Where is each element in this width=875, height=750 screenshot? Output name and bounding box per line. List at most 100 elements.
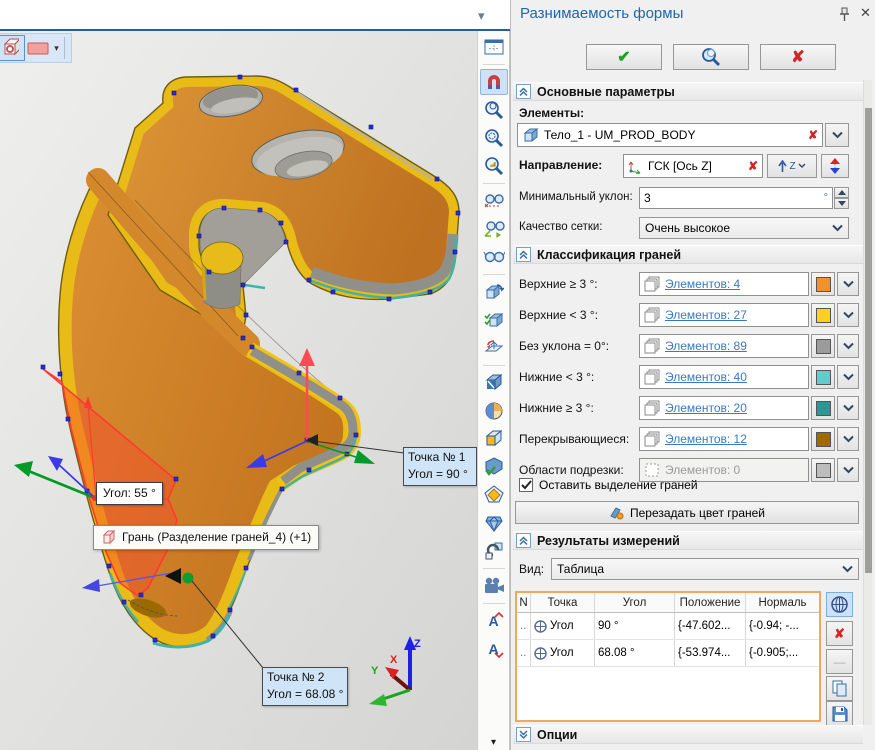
hide-measures-button[interactable]	[480, 188, 508, 214]
spin-up-icon[interactable]	[834, 187, 849, 198]
view-select[interactable]: Таблица	[551, 558, 859, 580]
validate-solid-button[interactable]	[480, 454, 508, 480]
elements-link[interactable]: Элементов: 89	[665, 339, 747, 353]
section-main-header[interactable]: Основные параметры	[513, 82, 863, 101]
color-swatch-button[interactable]	[811, 334, 835, 358]
elements-value: Тело_1 - UM_PROD_BODY	[544, 128, 695, 142]
dock-window-button[interactable]	[480, 34, 508, 60]
solid-view-button[interactable]	[480, 426, 508, 452]
clear-elements-icon[interactable]: ✘	[808, 128, 818, 142]
shading-mode-button[interactable]	[480, 398, 508, 424]
measurements-table[interactable]: N Точка Угол Положение Нормаль .. Угол 9…	[515, 591, 821, 722]
elements-link[interactable]: Элементов: 27	[665, 308, 747, 322]
delete-measure-button[interactable]: ✘	[826, 621, 853, 646]
pin-icon[interactable]	[839, 7, 850, 26]
3d-viewport[interactable]: Z X Y ▾ Точка № 1 Угол = 90 ° Уго	[0, 31, 477, 750]
face-color-tool[interactable]: ▾	[25, 35, 61, 61]
chevron-down-icon[interactable]	[837, 458, 859, 482]
ok-button[interactable]: ✔	[586, 44, 662, 70]
section-results-header[interactable]: Результаты измерений	[513, 531, 863, 550]
collapse-icon[interactable]	[516, 247, 531, 262]
flip-direction-button[interactable]	[821, 154, 849, 178]
clear-direction-icon[interactable]: ✘	[748, 159, 758, 173]
gem-view-button[interactable]	[480, 510, 508, 536]
measure-angle-button[interactable]	[480, 216, 508, 242]
color-swatch-button[interactable]	[811, 458, 835, 482]
color-swatch-button[interactable]	[811, 427, 835, 451]
faces-field[interactable]: Элементов: 12	[639, 427, 809, 451]
elements-field[interactable]: Тело_1 - UM_PROD_BODY ✘	[517, 123, 823, 147]
toolbar-collapse-arrow-icon[interactable]: ▾	[478, 8, 485, 24]
copy-icon	[832, 680, 847, 697]
table-row[interactable]: .. Угол 90 ° {-47.602... {-0.94; -...	[517, 613, 819, 640]
measure-button[interactable]	[480, 244, 508, 270]
model-settings-button[interactable]	[480, 538, 508, 564]
recolor-faces-button[interactable]: Перезадать цвет граней	[515, 501, 859, 524]
min-slope-input[interactable]: 3 °	[639, 187, 833, 209]
spin-down-icon[interactable]	[834, 198, 849, 209]
elements-link[interactable]: Элементов: 4	[665, 277, 740, 291]
color-swatch-button[interactable]	[811, 365, 835, 389]
faces-field[interactable]: Элементов: 20	[639, 396, 809, 420]
section-view-button[interactable]	[480, 482, 508, 508]
toolbar-more-button[interactable]: ▾	[491, 737, 496, 748]
chevron-down-icon[interactable]	[837, 365, 859, 389]
panel-scrollbar[interactable]	[863, 80, 872, 725]
panel-titlebar: Разнимаемость формы ✕	[511, 0, 875, 30]
faces-field[interactable]: Элементов: 89	[639, 334, 809, 358]
check-body-button[interactable]	[480, 307, 508, 333]
zoom-selection-button[interactable]	[480, 97, 508, 123]
remove-row-button[interactable]: —	[826, 649, 853, 674]
faces-field[interactable]: Элементов: 4	[639, 272, 809, 296]
pick-point-button[interactable]	[826, 592, 853, 617]
preview-button[interactable]	[673, 44, 749, 70]
axis-select-button[interactable]: Z	[767, 154, 817, 178]
regen-body-button[interactable]	[480, 279, 508, 305]
zoom-extents-button[interactable]	[480, 153, 508, 179]
expand-icon[interactable]	[516, 727, 531, 742]
chevron-down-icon[interactable]	[837, 272, 859, 296]
chevron-down-icon	[798, 163, 806, 169]
chevron-down-icon[interactable]	[837, 303, 859, 327]
camera-button[interactable]	[480, 573, 508, 599]
separator	[483, 183, 505, 184]
view-cube-button[interactable]	[480, 370, 508, 396]
font-increase-button[interactable]: A	[480, 608, 508, 634]
font-decrease-button[interactable]: A	[480, 636, 508, 662]
chevron-down-icon[interactable]	[837, 334, 859, 358]
collapse-icon[interactable]	[516, 533, 531, 548]
flip-plane-icon	[484, 339, 504, 357]
section-classification-header[interactable]: Классификация граней	[513, 245, 863, 264]
keep-selection-checkbox[interactable]	[519, 478, 533, 492]
elements-dropdown-button[interactable]	[825, 123, 849, 147]
save-table-button[interactable]	[826, 701, 853, 726]
faces-field[interactable]: Элементов: 40	[639, 365, 809, 389]
mesh-quality-label: Качество сетки:	[519, 221, 603, 233]
faces-field[interactable]: Элементов: 27	[639, 303, 809, 327]
chevron-down-icon[interactable]	[837, 427, 859, 451]
elements-link[interactable]: Элементов: 12	[665, 432, 747, 446]
view-toolbar: A A ▾	[477, 31, 510, 750]
section-options-header[interactable]: Опции	[513, 725, 863, 744]
view-label: Вид:	[519, 562, 544, 576]
snap-magnet-button[interactable]	[480, 69, 508, 95]
elements-link[interactable]: Элементов: 20	[665, 401, 747, 415]
direction-field[interactable]: ГСК [Ось Z] ✘	[623, 154, 763, 178]
collapse-icon[interactable]	[516, 84, 531, 99]
scrollbar-thumb[interactable]	[865, 108, 872, 573]
mesh-quality-select[interactable]: Очень высокое	[639, 217, 849, 239]
color-swatch-button[interactable]	[811, 303, 835, 327]
flip-normal-button[interactable]	[480, 335, 508, 361]
cancel-button[interactable]: ✘	[760, 44, 836, 70]
chevron-down-icon[interactable]	[837, 396, 859, 420]
elements-link[interactable]: Элементов: 40	[665, 370, 747, 384]
copy-table-button[interactable]	[826, 676, 853, 701]
separator	[483, 603, 505, 604]
color-swatch-button[interactable]	[811, 396, 835, 420]
show-body-tool[interactable]	[0, 35, 25, 61]
close-icon[interactable]: ✕	[860, 5, 871, 21]
color-swatch-button[interactable]	[811, 272, 835, 296]
table-row[interactable]: .. Угол 68.08 ° {-53.974... {-0.905;...	[517, 640, 819, 667]
zoom-area-icon	[484, 128, 504, 148]
zoom-area-button[interactable]	[480, 125, 508, 151]
